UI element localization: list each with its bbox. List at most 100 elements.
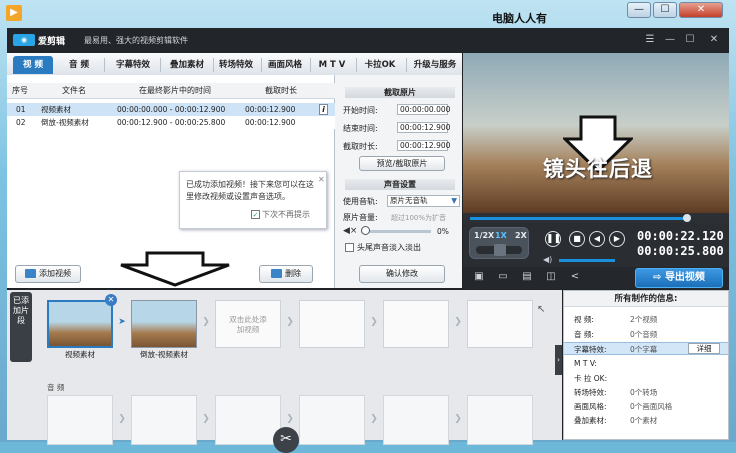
start-time-label: 开始时间: xyxy=(343,106,378,115)
tab-subtitle-effects[interactable]: 字幕特效 xyxy=(108,56,158,74)
preview-toolbar: ▣ ▭ ▤ ◫ < ⇨ 导出视频 xyxy=(463,267,729,289)
prev-frame-icon[interactable]: ◀ xyxy=(589,231,605,247)
tab-karaoke[interactable]: 卡拉OK xyxy=(358,56,402,74)
confirm-button[interactable]: 确认修改 xyxy=(359,265,445,283)
speed-1x[interactable]: 1X xyxy=(495,231,507,240)
save-frame-icon[interactable]: ▣ xyxy=(473,271,485,283)
open-folder-icon[interactable]: ▭ xyxy=(497,271,509,283)
tab-upgrade-service[interactable]: 升级与服务 xyxy=(409,56,461,74)
share-icon[interactable]: < xyxy=(569,271,581,283)
close-icon[interactable]: ✕ xyxy=(707,33,721,47)
maximize-icon[interactable]: ☐ xyxy=(683,33,697,47)
tab-mtv[interactable]: M T V xyxy=(312,56,352,74)
audio-arrow-icon: ❯ xyxy=(118,414,126,424)
tab-audio[interactable]: 音 频 xyxy=(59,56,99,74)
audio-slot[interactable] xyxy=(299,395,365,445)
speed-half[interactable]: 1/2X xyxy=(474,231,494,240)
clip-remove-icon[interactable]: ✕ xyxy=(105,294,117,306)
speaker-icon[interactable]: ◀× xyxy=(343,226,357,236)
column-header: 文件名 xyxy=(62,86,86,95)
export-video-button[interactable]: ⇨ 导出视频 xyxy=(635,268,723,288)
volume-icon[interactable]: ◀) xyxy=(543,255,552,264)
next-frame-icon[interactable]: ▶ xyxy=(609,231,625,247)
speed-knob[interactable] xyxy=(494,244,506,256)
speed-2x[interactable]: 2X xyxy=(515,231,527,240)
row-number: 02 xyxy=(16,118,26,127)
info-icon[interactable]: i xyxy=(319,104,328,115)
delete-button[interactable]: 删除 xyxy=(259,265,313,283)
current-time: 00:00:22.120 xyxy=(637,229,724,243)
row-number: 01 xyxy=(16,105,26,114)
table-row[interactable]: 01 视频素材 00:00:00.000 - 00:00:12.900 00:0… xyxy=(7,103,335,116)
detail-button[interactable]: 详细 xyxy=(688,343,720,354)
tip-close-icon[interactable]: ✕ xyxy=(318,175,325,184)
timeline-clip-2[interactable] xyxy=(131,300,197,348)
app-name: 爱剪辑 xyxy=(38,37,66,47)
table-row[interactable]: 02 倒放-视频素材 00:00:12.900 - 00:00:25.800 0… xyxy=(7,116,335,129)
info-title: 所有制作的信息: xyxy=(564,291,728,307)
transition-arrow-icon[interactable]: ❯ xyxy=(369,317,379,327)
empty-slot[interactable] xyxy=(467,300,533,348)
pause-icon[interactable]: ❚❚ xyxy=(545,231,561,247)
outer-minimize-button[interactable]: — xyxy=(627,2,651,18)
end-time-input[interactable]: 00:00:12.900 xyxy=(397,122,450,133)
info-label: 转场特效: xyxy=(574,388,607,397)
audio-slot[interactable] xyxy=(383,395,449,445)
total-time: 00:00:25.800 xyxy=(637,244,724,258)
menu-icon[interactable]: ☰ xyxy=(643,33,657,47)
track-select[interactable]: 原片无音轨 ▼ xyxy=(387,195,460,207)
progress-knob[interactable] xyxy=(683,214,691,222)
transition-arrow-icon[interactable]: ❯ xyxy=(201,317,211,327)
empty-slot[interactable] xyxy=(383,300,449,348)
trim-section-title: 截取原片 xyxy=(345,87,455,98)
save-project-icon[interactable]: ▤ xyxy=(521,271,533,283)
app-window: ◉ 爱剪辑 最易用、强大的视频剪辑软件 ☰ — ☐ ✕ 视 频 音 频 字幕特效… xyxy=(7,28,729,453)
end-time-label: 结束时间: xyxy=(343,124,378,133)
clip-settings-panel: 截取原片 开始时间: 00:00:00.000 结束时间: 00:00:12.9… xyxy=(335,75,462,288)
outer-maximize-button[interactable]: ☐ xyxy=(653,2,677,18)
tab-video[interactable]: 视 频 xyxy=(13,56,53,74)
clip-list-panel: 序号 文件名 在最终影片中的时间 截取时长 01 视频素材 00:00:00.0… xyxy=(7,75,335,288)
audio-slot[interactable] xyxy=(215,395,281,445)
volume-slider[interactable] xyxy=(361,230,431,233)
screenshot-icon[interactable]: ◫ xyxy=(545,271,557,283)
tip-popup: 已成功添加视频！接下来您可以在这里修改视频或设置声音选项。 ✕ ✓ 下次不再提示 xyxy=(179,171,327,229)
empty-slot[interactable] xyxy=(299,300,365,348)
scissors-icon[interactable]: ✂ xyxy=(273,427,299,453)
duration-input[interactable]: 00:00:12.900 xyxy=(397,140,450,151)
row-time-range: 00:00:00.000 - 00:00:12.900 xyxy=(117,105,226,114)
outer-titlebar: ▶ 电脑人人有 — ☐ ✕ xyxy=(0,0,736,28)
tab-transition[interactable]: 转场特效 xyxy=(212,56,260,74)
outer-close-button[interactable]: ✕ xyxy=(679,2,723,18)
tab-style[interactable]: 画面风格 xyxy=(261,56,309,74)
outer-app-icon: ▶ xyxy=(6,5,22,21)
collapse-panel-icon[interactable]: › xyxy=(555,345,562,375)
player-volume-slider[interactable] xyxy=(559,259,615,262)
transition-arrow-icon[interactable]: ❯ xyxy=(453,317,463,327)
row-filename: 视频素材 xyxy=(41,105,71,114)
audio-slot[interactable] xyxy=(131,395,197,445)
app-titlebar: ◉ 爱剪辑 最易用、强大的视频剪辑软件 ☰ — ☐ ✕ xyxy=(7,28,729,53)
fade-label: 头尾声音淡入淡出 xyxy=(357,243,421,252)
transition-arrow-icon[interactable]: ❯ xyxy=(285,317,295,327)
volume-slider-knob[interactable] xyxy=(361,226,370,235)
audio-slot[interactable] xyxy=(47,395,113,445)
fade-checkbox[interactable] xyxy=(345,243,354,252)
info-value: 0个转场 xyxy=(630,388,658,397)
tab-overlay[interactable]: 叠加素材 xyxy=(162,56,212,74)
add-clip-placeholder[interactable]: 双击此处添加视频 xyxy=(215,300,281,348)
volume-hint: 超过100%为扩音 xyxy=(391,214,447,222)
transition-arrow-icon[interactable]: ➤ xyxy=(117,317,127,327)
column-header: 在最终影片中的时间 xyxy=(139,86,211,95)
add-video-button[interactable]: 添加视频 xyxy=(15,265,81,283)
playback-progress[interactable] xyxy=(463,213,729,223)
playback-controls: 1/2X 1X 2X ❚❚ ■ ◀ ▶ 00:00:22.120 00:00:2… xyxy=(463,223,729,267)
timeline-clip-1[interactable] xyxy=(47,300,113,348)
tip-checkbox[interactable]: ✓ xyxy=(251,210,260,219)
start-time-input[interactable]: 00:00:00.000 xyxy=(397,104,450,115)
audio-slot[interactable] xyxy=(467,395,533,445)
stop-icon[interactable]: ■ xyxy=(569,231,585,247)
audio-track-label: 音 频 xyxy=(47,383,65,392)
preview-trim-button[interactable]: 预览/截取原片 xyxy=(359,156,445,171)
minimize-icon[interactable]: — xyxy=(663,33,677,47)
